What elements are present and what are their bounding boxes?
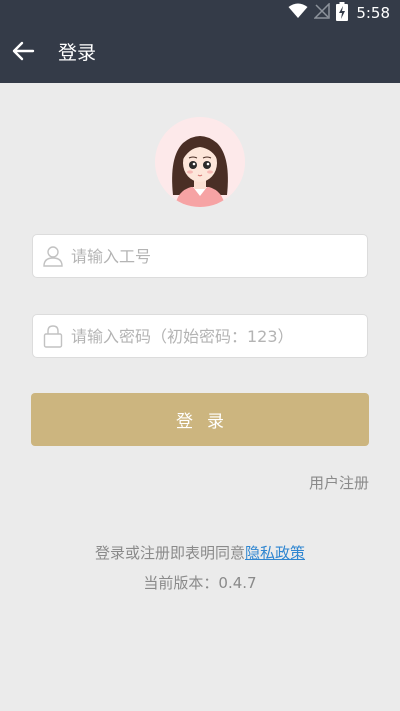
agreement-prefix: 登录或注册即表明同意 — [94, 544, 245, 562]
register-link[interactable]: 用户注册 — [309, 472, 369, 494]
login-button[interactable]: 登录 — [31, 393, 369, 446]
employee-id-field[interactable] — [32, 234, 368, 278]
title-bar: 登录 — [0, 26, 400, 82]
app-header: 5:58 登录 — [0, 0, 400, 83]
status-time: 5:58 — [356, 4, 390, 22]
status-icons: 5:58 — [288, 1, 390, 25]
version-text: 当前版本：0.4.7 — [143, 574, 257, 592]
page-title: 登录 — [58, 42, 97, 64]
password-input[interactable] — [71, 315, 361, 357]
girl-avatar-icon — [155, 117, 245, 207]
status-bar: 5:58 — [0, 0, 400, 26]
agreement-text: 登录或注册即表明同意隐私政策 — [0, 542, 400, 564]
avatar — [155, 117, 245, 207]
arrow-left-icon — [11, 40, 35, 66]
employee-id-input[interactable] — [71, 235, 361, 277]
user-icon — [41, 244, 65, 268]
privacy-policy-link[interactable]: 隐私政策 — [245, 544, 305, 562]
lock-icon — [41, 324, 65, 348]
password-field[interactable] — [32, 314, 368, 358]
wifi-icon — [288, 3, 308, 23]
no-signal-icon — [313, 2, 331, 23]
back-button[interactable] — [6, 36, 40, 70]
battery-charging-icon — [336, 1, 349, 25]
